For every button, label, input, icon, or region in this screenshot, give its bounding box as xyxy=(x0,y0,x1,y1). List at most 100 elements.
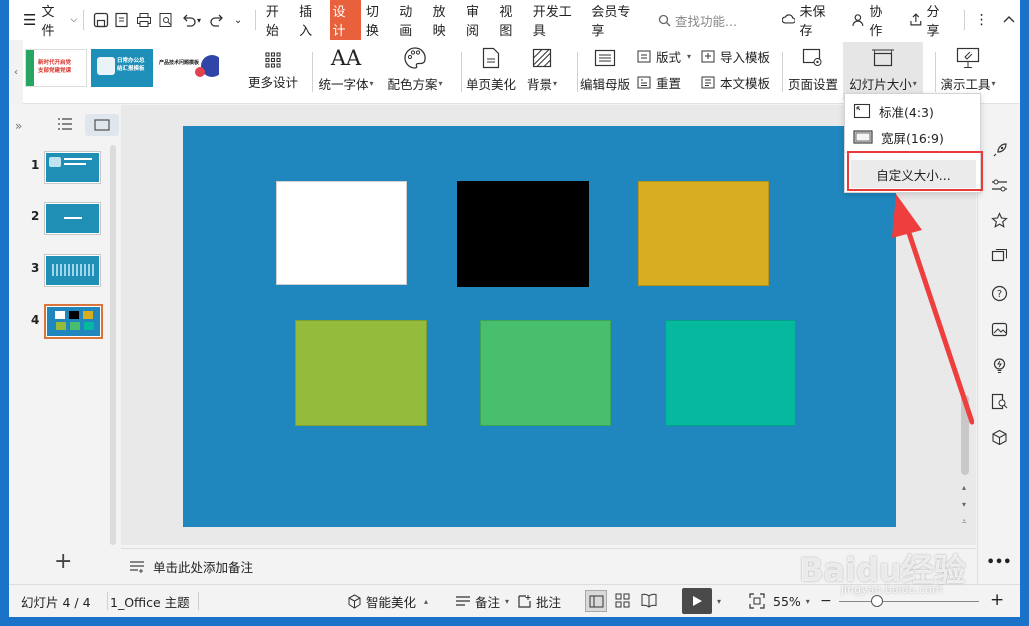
ribbon-scroll-left-icon[interactable]: ‹ xyxy=(9,40,23,104)
image-icon[interactable] xyxy=(988,318,1010,340)
hamburger-icon: ☰ xyxy=(23,11,37,29)
slide-size-button[interactable]: 幻灯片大小 ▾ xyxy=(843,42,923,100)
cube-icon[interactable] xyxy=(988,426,1010,448)
play-options-icon[interactable]: ▾ xyxy=(717,597,721,606)
reading-view-icon[interactable] xyxy=(641,593,657,611)
rocket-icon[interactable] xyxy=(988,139,1010,161)
slide-thumbnail[interactable] xyxy=(44,151,101,184)
black-rectangle[interactable] xyxy=(457,181,589,287)
page-setup-icon xyxy=(802,42,824,74)
more-options-icon[interactable]: ⋮ xyxy=(971,9,993,31)
page-setup-button[interactable]: 页面设置 xyxy=(783,42,843,100)
customize-toolbar-icon[interactable]: ⌄ xyxy=(227,9,249,31)
tab-3[interactable]: 切换 xyxy=(363,0,394,41)
tab-8[interactable]: 开发工具 xyxy=(530,0,587,41)
search-box[interactable]: 查找功能... xyxy=(658,11,766,30)
expand-panel-icon[interactable]: » xyxy=(15,119,22,133)
background-button[interactable]: 背景 ▾ xyxy=(519,42,565,100)
widescreen-ratio-icon xyxy=(853,130,873,144)
import-template-button[interactable]: 导入模板 xyxy=(701,46,770,66)
import-template-label: 导入模板 xyxy=(720,49,771,65)
search-doc-icon[interactable] xyxy=(988,390,1010,412)
file-menu[interactable]: ☰ 文件 ⌵ xyxy=(23,0,77,40)
presentation-tools-button[interactable]: 演示工具 ▾ xyxy=(935,42,1001,100)
fit-window-icon[interactable] xyxy=(749,593,765,612)
gold-rectangle[interactable] xyxy=(638,181,769,286)
template-thumb[interactable]: 产品技术问题模板 xyxy=(157,49,219,87)
undo-icon[interactable]: ▾ xyxy=(176,9,205,31)
zoom-out-icon[interactable]: − xyxy=(820,593,832,609)
thumbnail-view-icon[interactable] xyxy=(85,114,119,136)
zoom-slider-thumb[interactable] xyxy=(871,595,883,607)
tab-9[interactable]: 会员专享 xyxy=(588,0,645,41)
smart-beautify-button[interactable]: 智能美化 ▴ xyxy=(347,585,428,617)
slide-sorter-icon[interactable] xyxy=(615,593,630,611)
theme-name[interactable]: 1_Office 主题 xyxy=(110,585,190,617)
tab-6[interactable]: 审阅 xyxy=(463,0,494,41)
widescreen-option[interactable]: 宽屏(16:9) xyxy=(853,126,944,148)
tab-0[interactable]: 开始 xyxy=(263,0,294,41)
slide-size-icon xyxy=(871,42,895,74)
layout-button[interactable]: 版式 ▾ xyxy=(637,46,691,66)
tab-5[interactable]: 放映 xyxy=(430,0,461,41)
widescreen-label: 宽屏(16:9) xyxy=(881,130,944,146)
prev-slide-icon[interactable]: ▴ xyxy=(962,483,966,492)
outline-view-icon[interactable] xyxy=(57,117,73,134)
text-template-button[interactable]: 本文模板 xyxy=(701,72,770,92)
switch-icon[interactable] xyxy=(988,245,1010,267)
save-icon[interactable] xyxy=(90,9,112,31)
zoom-slider[interactable] xyxy=(839,601,979,602)
template-thumb[interactable]: 日常办公总 结汇报模板 xyxy=(91,49,153,87)
panel-scrollbar[interactable] xyxy=(110,145,116,545)
edit-master-button[interactable]: 编辑母版 xyxy=(577,42,633,100)
play-button[interactable] xyxy=(682,588,712,614)
reset-button[interactable]: 重置 xyxy=(637,72,681,92)
white-rectangle[interactable] xyxy=(276,181,407,285)
olive-rectangle[interactable] xyxy=(295,320,427,426)
tab-2[interactable]: 设计 xyxy=(329,0,361,41)
color-scheme-text: 配色方案 xyxy=(387,77,438,92)
tab-7[interactable]: 视图 xyxy=(496,0,527,41)
redo-icon[interactable] xyxy=(206,9,228,31)
next-slide-icon[interactable]: ⩡ xyxy=(962,517,967,527)
single-page-beautify-button[interactable]: 单页美化 xyxy=(463,42,519,100)
color-scheme-button[interactable]: 配色方案 ▾ xyxy=(384,42,446,100)
unsaved-icon xyxy=(781,14,796,24)
scroll-down-icon[interactable]: ▾ xyxy=(962,500,966,509)
slide-thumbnail-selected[interactable] xyxy=(44,304,103,339)
zoom-in-icon[interactable]: + xyxy=(990,590,1004,610)
notes-button[interactable]: 备注 ▾ xyxy=(455,585,509,617)
star-icon[interactable] xyxy=(988,209,1010,231)
more-design-label: 更多设计 xyxy=(247,75,298,90)
tab-4[interactable]: 动画 xyxy=(396,0,427,41)
notes-placeholder: 单击此处添加备注 xyxy=(153,560,254,575)
tab-1[interactable]: 插入 xyxy=(296,0,327,41)
share-button[interactable]: 分享 xyxy=(909,1,952,39)
slide-number: 1 xyxy=(31,158,40,172)
export-pdf-icon[interactable] xyxy=(112,9,134,31)
unsaved-status[interactable]: 未保存 xyxy=(781,1,838,39)
comments-button[interactable]: 批注 xyxy=(517,585,561,617)
unify-font-button[interactable]: AA 统一字体 ▾ xyxy=(315,42,377,100)
print-preview-icon[interactable] xyxy=(155,9,177,31)
slide-counter: 幻灯片 4 / 4 xyxy=(21,585,91,617)
lightbulb-icon[interactable] xyxy=(988,354,1010,376)
help-icon[interactable]: ? xyxy=(988,282,1010,304)
current-slide[interactable] xyxy=(183,126,896,527)
collapse-ribbon-icon[interactable] xyxy=(998,9,1020,31)
standard-size-option[interactable]: 标准(4:3) xyxy=(853,100,934,122)
normal-view-icon[interactable] xyxy=(585,590,607,612)
print-icon[interactable] xyxy=(133,9,155,31)
collab-button[interactable]: 协作 xyxy=(852,1,895,39)
unsaved-label: 未保存 xyxy=(799,5,826,39)
teal-rectangle[interactable] xyxy=(665,320,796,426)
unify-font-label: 统一字体 ▾ xyxy=(318,74,373,93)
template-thumb[interactable]: 新时代开启党 支部党建党课 xyxy=(25,49,87,87)
more-icon[interactable]: ••• xyxy=(987,551,1012,573)
slide-thumbnail[interactable] xyxy=(44,202,101,235)
green-rectangle[interactable] xyxy=(480,320,611,426)
add-slide-button[interactable]: + xyxy=(54,551,72,573)
more-design-button[interactable]: 更多设计 xyxy=(245,44,301,100)
slide-thumbnail[interactable] xyxy=(44,254,101,287)
adjust-icon[interactable] xyxy=(988,174,1010,196)
